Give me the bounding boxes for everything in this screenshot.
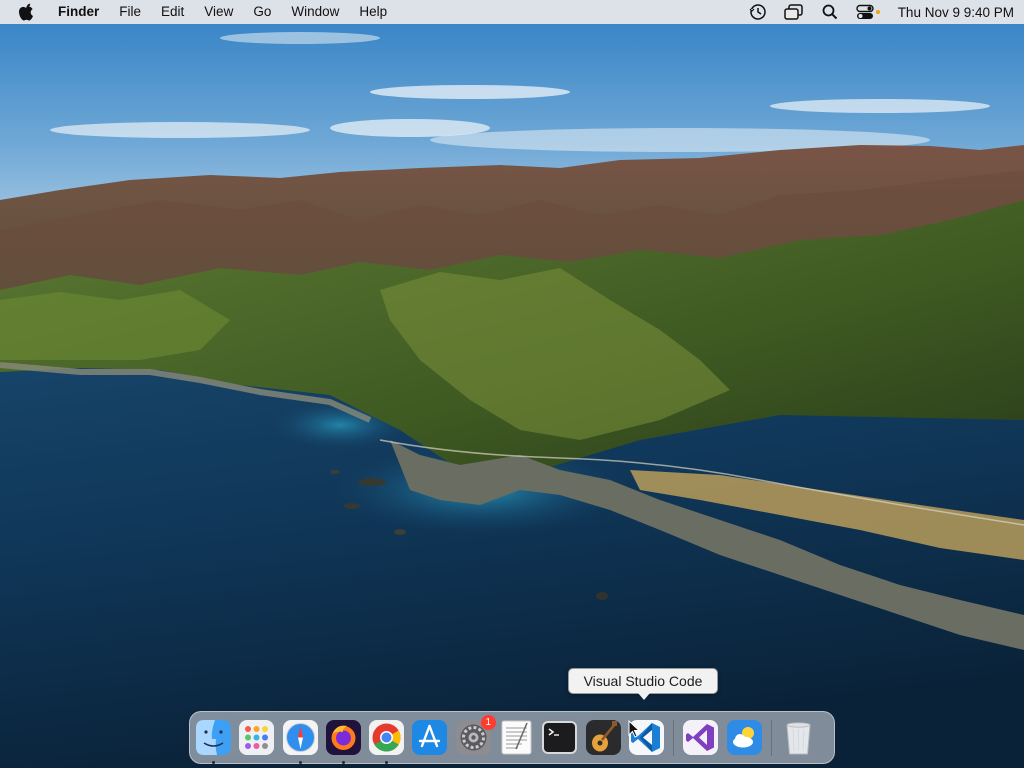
menu-file[interactable]: File — [109, 0, 151, 24]
dock-finder[interactable] — [195, 719, 232, 764]
control-center-icon[interactable] — [855, 2, 882, 22]
dock: 1 — [189, 711, 835, 764]
menu-go[interactable]: Go — [243, 0, 281, 24]
dock-weather[interactable] — [726, 719, 763, 756]
time-machine-icon[interactable] — [748, 2, 768, 22]
safari-icon — [282, 720, 318, 755]
menu-bar-clock[interactable]: Thu Nov 9 9:40 PM — [898, 5, 1014, 20]
screen-mirroring-icon[interactable] — [783, 2, 804, 22]
dock-trash[interactable] — [780, 719, 817, 756]
menu-app-name[interactable]: Finder — [48, 0, 109, 24]
dock-tooltip: Visual Studio Code — [568, 668, 718, 700]
dock-visual-studio[interactable] — [682, 719, 719, 756]
menu-window[interactable]: Window — [281, 0, 349, 24]
search-icon[interactable] — [820, 2, 840, 22]
menu-edit[interactable]: Edit — [151, 0, 194, 24]
dock-textedit[interactable] — [498, 719, 535, 756]
dock-safari[interactable] — [282, 719, 319, 764]
textedit-icon — [501, 720, 532, 755]
desktop-wallpaper — [0, 0, 1024, 768]
running-indicator — [341, 761, 345, 764]
mouse-pointer-icon — [628, 720, 640, 738]
dock-terminal[interactable] — [541, 719, 578, 756]
chrome-icon — [369, 720, 405, 755]
notification-badge: 1 — [480, 715, 496, 730]
app-store-icon — [412, 720, 448, 755]
dock-launchpad[interactable] — [238, 719, 275, 756]
dock-garageband[interactable] — [585, 719, 622, 756]
trash-icon — [786, 722, 811, 755]
menu-view[interactable]: View — [194, 0, 243, 24]
launchpad-icon — [239, 720, 275, 755]
dock-firefox[interactable] — [325, 719, 362, 764]
apple-menu-icon[interactable] — [16, 0, 38, 24]
visual-studio-icon — [683, 720, 719, 755]
menu-bar-right: Thu Nov 9 9:40 PM — [740, 0, 1024, 24]
dock-chrome[interactable] — [368, 719, 405, 764]
running-indicator — [298, 761, 302, 764]
running-indicator — [212, 761, 215, 764]
dock-app-store[interactable] — [411, 719, 448, 756]
running-indicator — [385, 761, 389, 764]
firefox-icon — [325, 720, 361, 755]
terminal-icon — [542, 721, 578, 754]
finder-icon — [196, 720, 231, 755]
guitar-icon — [585, 720, 621, 755]
weather-icon — [726, 720, 762, 755]
menu-bar-left: Finder File Edit View Go Window Help — [0, 0, 397, 24]
dock-separator — [673, 719, 675, 756]
dock-separator — [770, 719, 772, 756]
menu-bar: Finder File Edit View Go Window Help Thu… — [0, 0, 1024, 24]
menu-help[interactable]: Help — [349, 0, 397, 24]
dock-system-preferences[interactable]: 1 — [455, 715, 496, 756]
